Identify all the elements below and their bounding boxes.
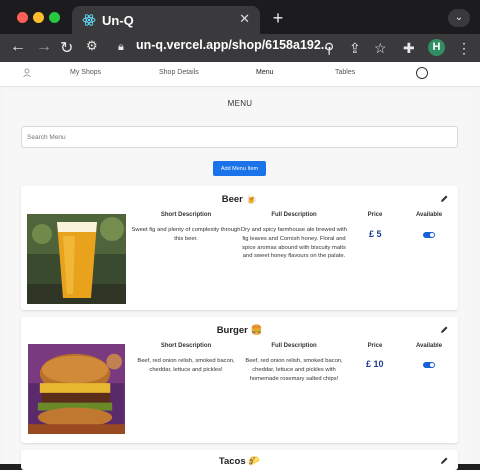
new-tab-button[interactable]: +: [268, 9, 288, 29]
search-input[interactable]: [21, 126, 458, 148]
beer-image: [27, 214, 126, 304]
edit-pencil-icon[interactable]: [439, 194, 449, 204]
col-short-description: Short Description: [160, 343, 212, 349]
react-icon: [82, 14, 96, 26]
short-description: Sweet fig and plenty of complexity throu…: [131, 227, 241, 242]
bookmark-star-icon[interactable]: ☆: [374, 40, 387, 57]
edit-pencil-icon[interactable]: [439, 325, 449, 335]
item-name: Tacos 🌮: [218, 456, 261, 467]
back-arrow-icon[interactable]: ←: [10, 38, 26, 56]
col-price: Price: [367, 212, 383, 218]
nav-tables[interactable]: Tables: [335, 69, 355, 76]
availability-toggle[interactable]: [423, 362, 435, 368]
account-icon[interactable]: [416, 67, 428, 79]
full-description: Dry and spicy farmhouse ale brewed with …: [240, 227, 347, 260]
address-bar[interactable]: un-q.vercel.app/shop/6158a192...: [136, 38, 331, 52]
tab-title: Un-Q: [102, 13, 134, 28]
more-menu-icon[interactable]: ⋮: [457, 40, 471, 57]
chevron-down-icon[interactable]: ⌄: [448, 9, 470, 27]
reload-icon[interactable]: ↻: [60, 38, 73, 58]
add-menu-item-button[interactable]: Add Menu Item: [213, 161, 266, 176]
edit-pencil-icon[interactable]: [439, 456, 449, 466]
nav-my-shops[interactable]: My Shops: [70, 69, 101, 76]
menu-item-card: Tacos 🌮: [21, 450, 458, 470]
top-nav: My Shops Shop Details Menu Tables: [0, 62, 480, 87]
col-short-description: Short Description: [160, 212, 212, 218]
close-window-button[interactable]: [17, 12, 28, 23]
price: £ 5: [369, 229, 382, 239]
zoom-icon[interactable]: ⚲: [324, 40, 334, 57]
col-full-description: Full Description: [271, 343, 317, 349]
short-description: Beef, red onion relish, smoked bacon, ch…: [137, 358, 235, 373]
availability-toggle[interactable]: [423, 232, 435, 238]
col-price: Price: [367, 343, 383, 349]
price: £ 10: [366, 359, 384, 369]
maximize-window-button[interactable]: [49, 12, 60, 23]
site-settings-icon[interactable]: ⚙: [86, 38, 98, 54]
nav-menu[interactable]: Menu: [256, 69, 274, 76]
extensions-icon[interactable]: ✚: [403, 40, 415, 57]
lock-icon: 🔒︎: [118, 41, 124, 53]
item-name: Burger 🍔: [216, 325, 263, 336]
web-page: My Shops Shop Details Menu Tables MENU A…: [0, 62, 480, 470]
browser-tab-bar: Un-Q ✕ + ⌄: [0, 0, 480, 34]
share-icon[interactable]: ⇪: [349, 40, 361, 57]
tab-close-icon[interactable]: ✕: [239, 11, 250, 27]
col-full-description: Full Description: [271, 212, 317, 218]
logo-icon[interactable]: [22, 68, 32, 78]
col-available: Available: [415, 212, 443, 218]
forward-arrow-icon[interactable]: →: [36, 38, 52, 56]
nav-shop-details[interactable]: Shop Details: [159, 69, 199, 76]
col-available: Available: [415, 343, 443, 349]
page-title: MENU: [227, 99, 253, 108]
minimize-window-button[interactable]: [33, 12, 44, 23]
menu-item-card: Burger 🍔 Short Description Full Descript…: [21, 317, 458, 443]
browser-tab[interactable]: Un-Q ✕: [72, 6, 260, 34]
item-name: Beer 🍺: [221, 194, 258, 205]
full-description: Beef, red onion relish, smoked bacon, ch…: [245, 358, 343, 382]
menu-item-card: Beer 🍺 Short Description Full Descriptio…: [21, 186, 458, 310]
profile-avatar[interactable]: H: [428, 39, 445, 56]
burger-image: [28, 344, 125, 434]
